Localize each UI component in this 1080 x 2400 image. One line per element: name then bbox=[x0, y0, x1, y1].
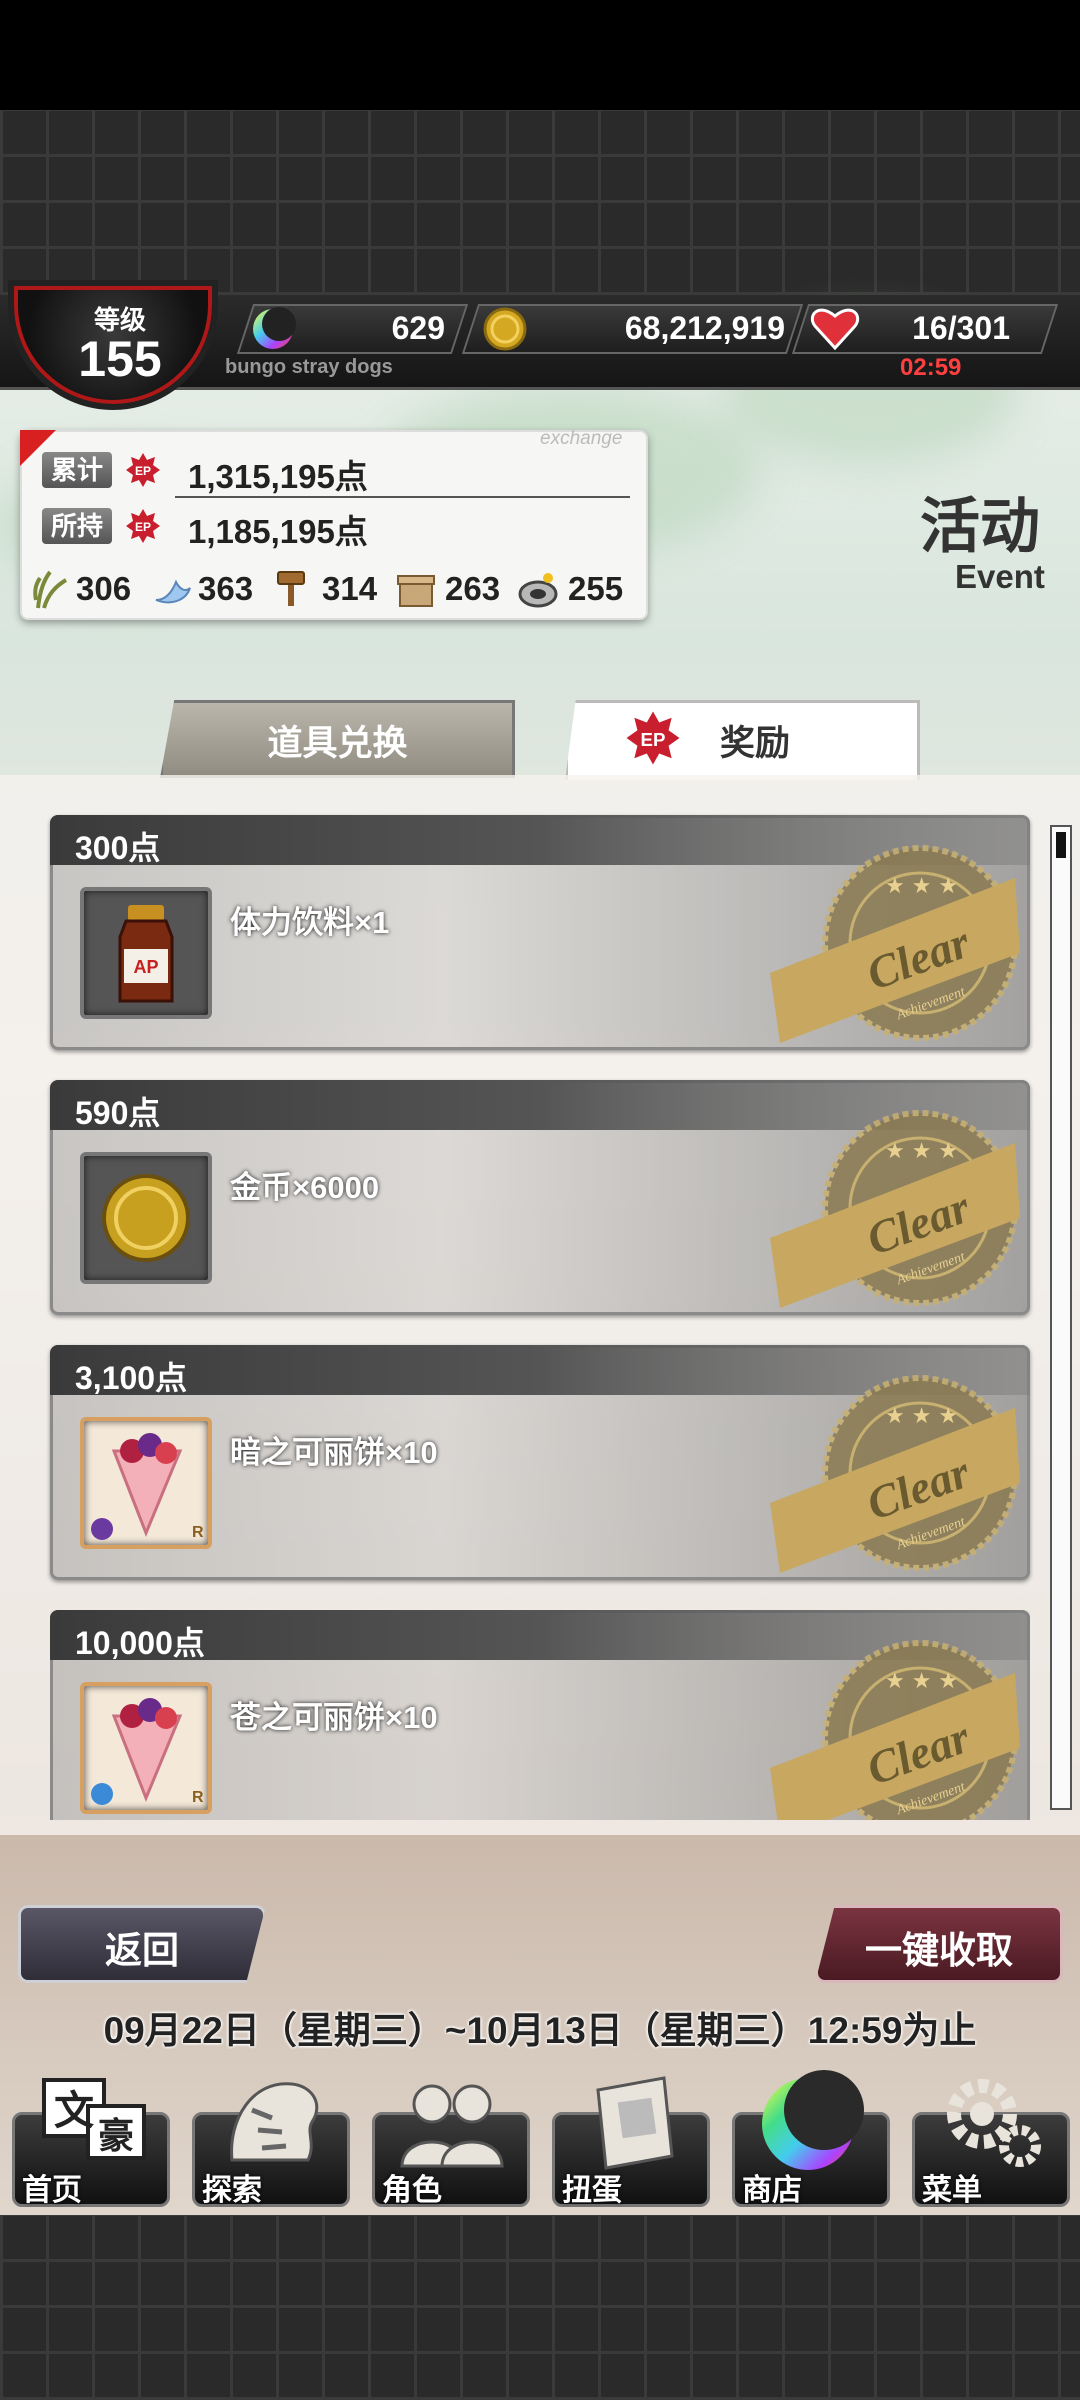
nav-gacha-label[interactable]: 扭蛋 bbox=[562, 2165, 622, 2209]
svg-text:★ ★ ★: ★ ★ ★ bbox=[885, 1669, 958, 1694]
list-scroll-thumb[interactable] bbox=[1056, 832, 1066, 858]
nav-home-label[interactable]: 首页 bbox=[22, 2165, 82, 2209]
crepe-icon: R bbox=[91, 1433, 204, 1541]
wing-icon bbox=[155, 579, 191, 604]
top-black-bar bbox=[0, 0, 1080, 110]
ep-badge-icon: EP bbox=[626, 711, 680, 765]
nav-menu-label[interactable]: 菜单 bbox=[922, 2165, 982, 2209]
event-title-en: Event bbox=[955, 558, 1045, 595]
svg-text:AP: AP bbox=[133, 957, 158, 977]
event-period: 09月22日（星期三）~10月13日（星期三）12:59为止 bbox=[103, 2010, 977, 2051]
nav-menu[interactable]: 菜单 bbox=[912, 2070, 1070, 2210]
reward-icon-frame: AP bbox=[80, 887, 212, 1019]
heart-stamina-icon bbox=[810, 308, 860, 351]
nav-explore[interactable]: 探索 bbox=[192, 2070, 350, 2210]
reward-label: 暗之可丽饼×10 bbox=[230, 1435, 438, 1470]
svg-text:★ ★ ★: ★ ★ ★ bbox=[885, 874, 958, 899]
cumulative-label: 累计 bbox=[42, 452, 112, 488]
svg-text:EP: EP bbox=[135, 520, 151, 534]
hammer-count: 314 bbox=[322, 570, 378, 607]
svg-text:豪: 豪 bbox=[98, 2115, 134, 2157]
reward-icon-frame bbox=[80, 1152, 212, 1284]
clear-stamp-icon: ★ ★ ★ Clear Achievement bbox=[770, 1375, 1020, 1573]
crescent-shop-icon bbox=[762, 2070, 864, 2170]
reward-points: 10,000点 bbox=[75, 1625, 205, 1661]
reward-card: 300点 AP 体力饮料×1 ★ ★ ★ Clear Achievement bbox=[50, 815, 1030, 1050]
grass-count: 306 bbox=[76, 570, 132, 607]
svg-text:EP: EP bbox=[135, 464, 151, 478]
ep-badge-icon: EP bbox=[126, 453, 160, 487]
people-icon bbox=[400, 2084, 504, 2168]
crepe-icon: R bbox=[91, 1698, 204, 1806]
tab-rewards-label[interactable]: 奖励 bbox=[720, 715, 790, 766]
reward-points: 590点 bbox=[75, 1095, 161, 1131]
book-icon bbox=[596, 2076, 674, 2170]
reward-label: 苍之可丽饼×10 bbox=[230, 1700, 438, 1735]
svg-text:R: R bbox=[192, 1524, 204, 1541]
gold-coin-icon bbox=[102, 1174, 190, 1262]
home-icon: 文 豪 bbox=[42, 2078, 146, 2160]
tiger-icon bbox=[230, 2082, 319, 2162]
svg-text:文: 文 bbox=[54, 2087, 94, 2134]
nav-gacha[interactable]: 扭蛋 bbox=[552, 2070, 710, 2210]
coin-icon bbox=[483, 307, 527, 351]
clear-stamp-icon: ★ ★ ★ Clear Achievement bbox=[770, 1640, 1020, 1820]
gear-icon bbox=[947, 2079, 1041, 2167]
energy-drink-icon: AP bbox=[118, 905, 174, 1003]
svg-text:EP: EP bbox=[641, 729, 666, 750]
stamina-value: 16/301 bbox=[912, 310, 1010, 346]
tab-item-exchange-label[interactable]: 道具兑换 bbox=[160, 715, 515, 766]
clear-stamp-icon: ★ ★ ★ Clear Achievement bbox=[770, 1110, 1020, 1308]
reward-icon-frame: R bbox=[80, 1682, 212, 1814]
held-label: 所持 bbox=[42, 508, 112, 544]
ring-count: 255 bbox=[568, 570, 624, 607]
bottom-nav: 文 豪 首页 探索 角色 扭蛋 商店 菜单 bbox=[0, 2070, 1080, 2215]
reward-icon-frame: R bbox=[80, 1417, 212, 1549]
nav-shop[interactable]: 商店 bbox=[732, 2070, 890, 2210]
box-icon bbox=[397, 575, 435, 607]
box-count: 263 bbox=[445, 570, 501, 607]
crescent-icon bbox=[253, 307, 296, 349]
back-button-label[interactable]: 返回 bbox=[18, 1920, 266, 1974]
coin-value: 68,212,919 bbox=[624, 310, 785, 346]
cumulative-points: 1,315,195点 bbox=[188, 458, 368, 495]
points-divider bbox=[175, 496, 630, 498]
level-value: 155 bbox=[78, 331, 162, 387]
nav-characters-label[interactable]: 角色 bbox=[382, 2165, 442, 2209]
reward-label: 金币×6000 bbox=[230, 1170, 380, 1205]
game-subtitle: bungo stray dogs bbox=[225, 356, 393, 378]
event-title-cn: 活动 bbox=[920, 493, 1040, 560]
reward-points: 3,100点 bbox=[75, 1360, 188, 1396]
reward-label: 体力饮料×1 bbox=[230, 905, 390, 940]
crescent-value: 629 bbox=[391, 310, 445, 346]
grass-icon bbox=[33, 570, 68, 609]
reward-card: 590点 金币×6000 ★ ★ ★ Clear Achievement bbox=[50, 1080, 1030, 1315]
clear-stamp-icon: ★ ★ ★ Clear Achievement bbox=[770, 845, 1020, 1043]
reward-points: 300点 bbox=[75, 830, 161, 866]
hammer-icon bbox=[277, 571, 305, 606]
ep-badge-icon: EP bbox=[126, 509, 160, 543]
collect-all-button-label[interactable]: 一键收取 bbox=[815, 1920, 1063, 1974]
wing-count: 363 bbox=[198, 570, 254, 607]
reward-card: 10,000点 R 苍之可丽饼×10 ★ ★ ★ Clear Achieveme… bbox=[50, 1610, 1030, 1820]
top-grid-band bbox=[0, 110, 1080, 295]
nav-characters[interactable]: 角色 bbox=[372, 2070, 530, 2210]
nav-explore-label[interactable]: 探索 bbox=[202, 2165, 262, 2209]
svg-text:R: R bbox=[192, 1789, 204, 1806]
nav-home[interactable]: 文 豪 首页 bbox=[12, 2070, 170, 2210]
ring-icon bbox=[518, 573, 558, 608]
reward-card: 3,100点 R 暗之可丽饼×10 ★ ★ ★ Clear Achievemen… bbox=[50, 1345, 1030, 1580]
stamina-timer: 02:59 bbox=[900, 354, 962, 381]
svg-text:★ ★ ★: ★ ★ ★ bbox=[885, 1404, 958, 1429]
list-scrollbar[interactable] bbox=[1050, 825, 1072, 1810]
nav-shop-label[interactable]: 商店 bbox=[742, 2165, 802, 2209]
held-points: 1,185,195点 bbox=[188, 513, 368, 550]
bottom-grid-band bbox=[0, 2215, 1080, 2400]
exchange-watermark: exchange bbox=[540, 428, 623, 449]
svg-text:★ ★ ★: ★ ★ ★ bbox=[885, 1139, 958, 1164]
